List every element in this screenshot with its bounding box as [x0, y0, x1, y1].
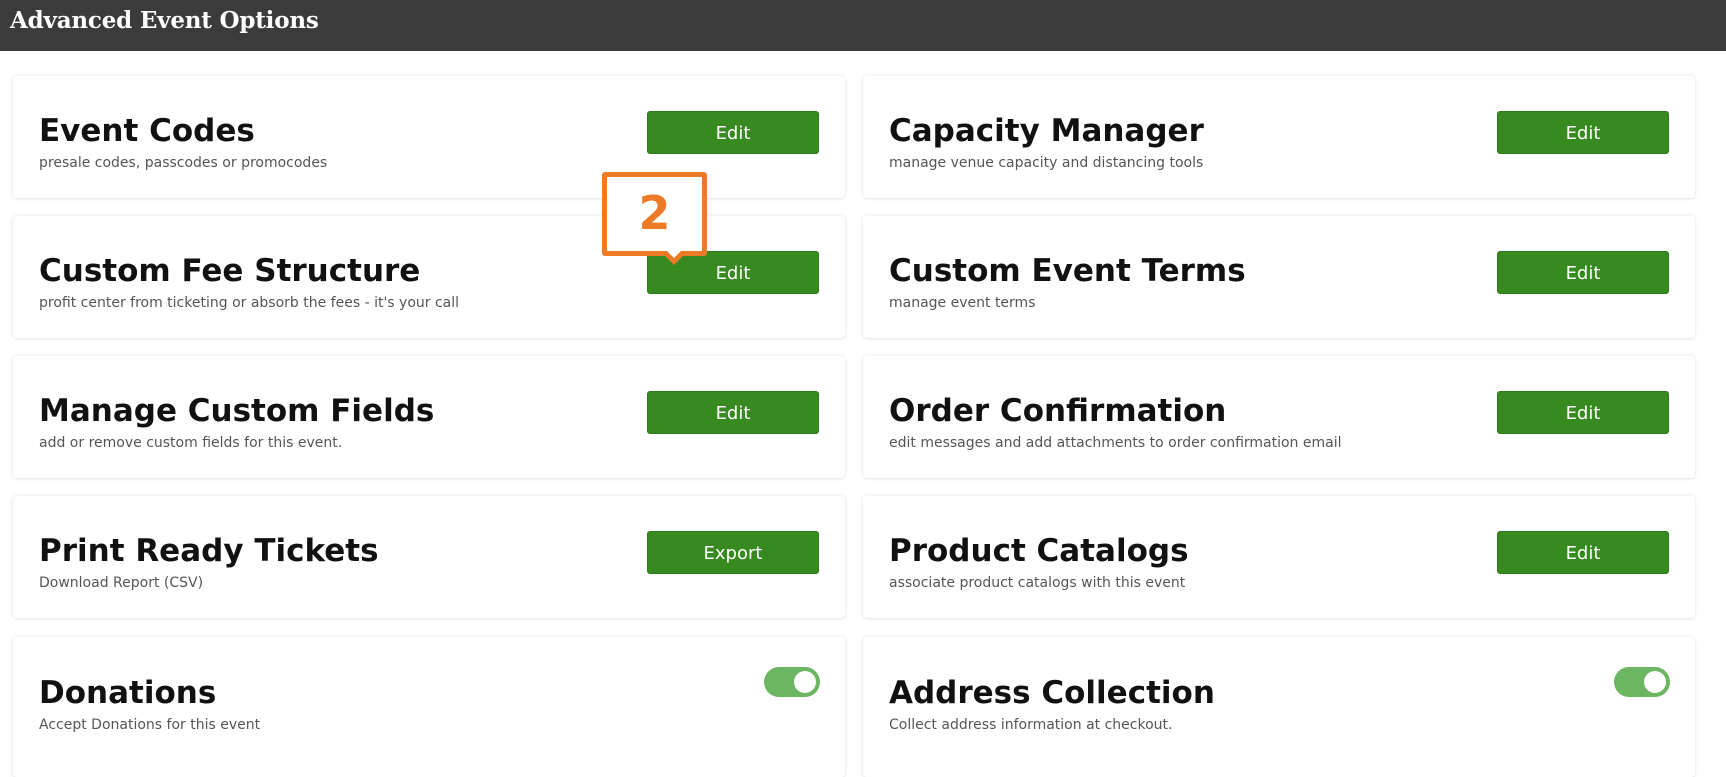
card-custom-event-terms: Custom Event Terms manage event terms Ed… — [863, 216, 1695, 338]
card-donations: Donations Accept Donations for this even… — [13, 637, 845, 777]
card-title: Product Catalogs — [889, 533, 1189, 569]
card-description: edit messages and add attachments to ord… — [889, 435, 1342, 451]
edit-capacity-manager-button[interactable]: Edit — [1497, 111, 1669, 154]
callout-tail-inner — [666, 250, 682, 258]
page-header: Advanced Event Options — [0, 0, 1726, 51]
card-description: Collect address information at checkout. — [889, 717, 1173, 733]
card-address-collection: Address Collection Collect address infor… — [863, 637, 1695, 777]
edit-custom-event-terms-button[interactable]: Edit — [1497, 251, 1669, 294]
card-event-codes: Event Codes presale codes, passcodes or … — [13, 76, 845, 198]
card-product-catalogs: Product Catalogs associate product catal… — [863, 496, 1695, 618]
card-print-ready-tickets: Print Ready Tickets Download Report (CSV… — [13, 496, 845, 618]
card-description: Download Report (CSV) — [39, 575, 204, 591]
card-title: Event Codes — [39, 113, 255, 149]
page-title: Advanced Event Options — [10, 7, 319, 34]
edit-manage-custom-fields-button[interactable]: Edit — [647, 391, 819, 434]
edit-event-codes-button[interactable]: Edit — [647, 111, 819, 154]
card-description: profit center from ticketing or absorb t… — [39, 295, 460, 311]
card-description: add or remove custom fields for this eve… — [39, 435, 343, 451]
card-title: Custom Event Terms — [889, 253, 1246, 289]
edit-order-confirmation-button[interactable]: Edit — [1497, 391, 1669, 434]
card-title: Custom Fee Structure — [39, 253, 421, 289]
card-title: Capacity Manager — [889, 113, 1204, 149]
card-custom-fee-structure: Custom Fee Structure profit center from … — [13, 216, 845, 338]
card-description: associate product catalogs with this eve… — [889, 575, 1186, 591]
card-description: manage event terms — [889, 295, 1036, 311]
card-description: manage venue capacity and distancing too… — [889, 155, 1204, 171]
card-description: Accept Donations for this event — [39, 717, 261, 733]
toggle-knob — [1644, 671, 1666, 693]
card-manage-custom-fields: Manage Custom Fields add or remove custo… — [13, 356, 845, 478]
card-title: Address Collection — [889, 675, 1215, 711]
card-title: Donations — [39, 675, 217, 711]
donations-toggle[interactable] — [764, 667, 820, 697]
card-title: Print Ready Tickets — [39, 533, 379, 569]
card-description: presale codes, passcodes or promocodes — [39, 155, 328, 171]
card-title: Manage Custom Fields — [39, 393, 435, 429]
card-order-confirmation: Order Confirmation edit messages and add… — [863, 356, 1695, 478]
address-collection-toggle[interactable] — [1614, 667, 1670, 697]
toggle-knob — [794, 671, 816, 693]
export-print-ready-tickets-button[interactable]: Export — [647, 531, 819, 574]
edit-product-catalogs-button[interactable]: Edit — [1497, 531, 1669, 574]
step-callout-marker: 2 — [602, 172, 707, 256]
card-title: Order Confirmation — [889, 393, 1227, 429]
card-capacity-manager: Capacity Manager manage venue capacity a… — [863, 76, 1695, 198]
